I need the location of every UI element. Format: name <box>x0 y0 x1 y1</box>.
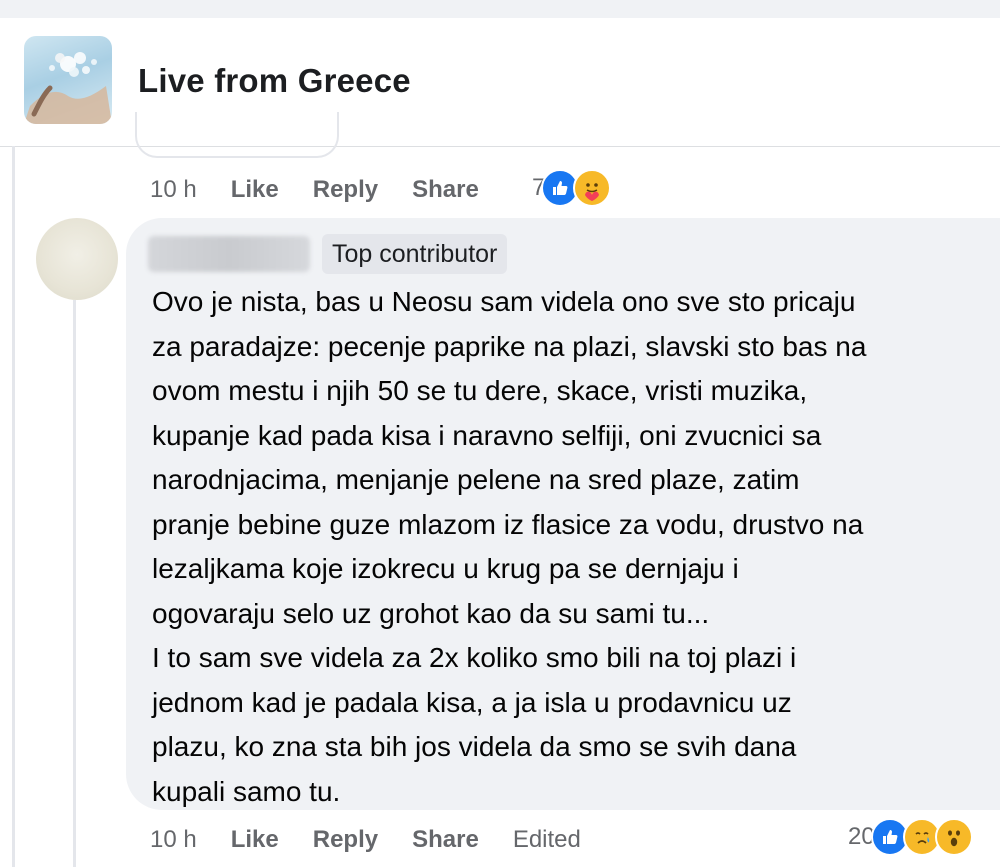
reply-button[interactable]: Reply <box>313 826 378 854</box>
author-name-redacted[interactable] <box>148 236 310 272</box>
reply-thread-line <box>73 300 76 867</box>
like-button[interactable]: Like <box>231 826 279 854</box>
top-strip <box>0 0 1000 18</box>
previous-comment-reactions[interactable]: 7 <box>532 169 612 207</box>
comment-reactions[interactable]: 20 <box>848 818 973 856</box>
group-photo-icon[interactable] <box>24 36 112 124</box>
edited-label: Edited <box>512 826 581 853</box>
avatar[interactable] <box>36 218 118 300</box>
badge-label: Top contributor <box>332 239 498 268</box>
share-button[interactable]: Share <box>412 176 479 204</box>
group-title[interactable]: Live from Greece <box>138 62 411 100</box>
like-button[interactable]: Like <box>231 176 279 204</box>
thread-line <box>12 146 15 867</box>
previous-comment-actions: 10 h Like Reply Share <box>150 172 513 208</box>
reply-button[interactable]: Reply <box>313 176 378 204</box>
comment-time[interactable]: 10 h <box>150 826 197 854</box>
top-contributor-badge: Top contributor <box>322 234 508 274</box>
previous-comment-time[interactable]: 10 h <box>150 176 197 204</box>
comment-text: Ovo je nista, bas u Neosu sam videla ono… <box>152 286 867 807</box>
care-reaction-icon <box>573 169 612 207</box>
wow-reaction-icon <box>934 818 973 856</box>
previous-comment-bubble <box>135 112 339 158</box>
share-button[interactable]: Share <box>412 826 479 854</box>
comment-actions: 10 h Like Reply Share Edited <box>150 822 581 858</box>
